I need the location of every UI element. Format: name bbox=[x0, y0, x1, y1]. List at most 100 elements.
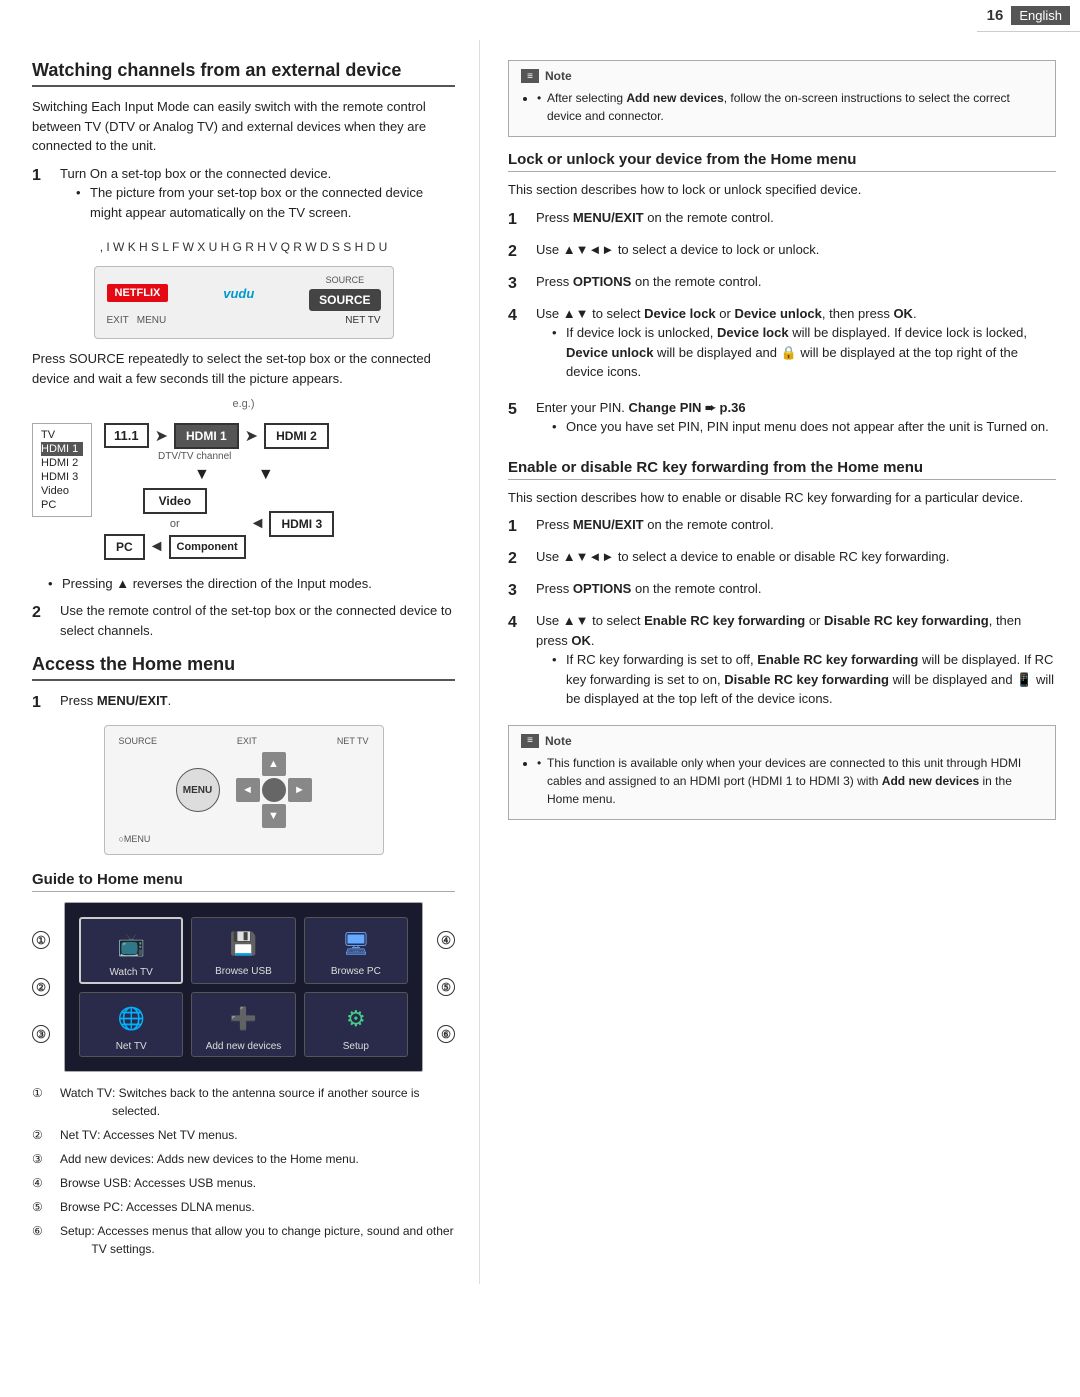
legend-desc-5: : Accesses DLNA menus. bbox=[120, 1198, 455, 1216]
step-1-num: 1 bbox=[32, 164, 54, 231]
watching-steps: 1 Turn On a set-top box or the connected… bbox=[32, 164, 455, 231]
note-item-2-1: This function is available only when you… bbox=[537, 754, 1043, 808]
rc-step-2-content: Use ▲▼◄► to select a device to enable or… bbox=[536, 547, 1056, 571]
legend-num-1: ① bbox=[32, 1084, 60, 1102]
down-arrows: ▼ ▼ bbox=[194, 466, 455, 484]
lock-step-3: 3 Press OPTIONS on the remote control. bbox=[508, 272, 1056, 296]
menu-item-net-tv[interactable]: 🌐 Net TV bbox=[79, 992, 183, 1057]
rc-step-2: 2 Use ▲▼◄► to select a device to enable … bbox=[508, 547, 1056, 571]
legend-1: ① Watch TV : Switches back to the antenn… bbox=[32, 1084, 455, 1120]
menu-item-add-devices[interactable]: ➕ Add new devices bbox=[191, 992, 295, 1057]
legend-num-3: ③ bbox=[32, 1150, 60, 1168]
setup-icon: ⚙ bbox=[335, 1001, 377, 1037]
lock-step-4: 4 Use ▲▼ to select Device lock or Device… bbox=[508, 304, 1056, 390]
rc-step-1-num: 1 bbox=[508, 515, 530, 539]
marker-5: ⑤ bbox=[437, 978, 455, 996]
note-icon-2: ≡ bbox=[521, 734, 539, 748]
step-2: 2 Use the remote control of the set-top … bbox=[32, 601, 455, 640]
access-step-1: 1 Press MENU/EXIT. bbox=[32, 691, 455, 715]
lock-step-5: 5 Enter your PIN. Change PIN ➨ p.36 Once… bbox=[508, 398, 1056, 445]
menu-item-watch-tv[interactable]: 📺 Watch TV bbox=[79, 917, 183, 984]
step-2-text: Use the remote control of the set-top bo… bbox=[60, 603, 452, 638]
hdmi3-box: HDMI 3 bbox=[269, 511, 334, 537]
legend-desc-2: : Accesses Net TV menus. bbox=[97, 1126, 455, 1144]
input-list: TV HDMI 1 HDMI 2 HDMI 3 Video PC bbox=[32, 423, 92, 517]
menu-label-bottom: ○MENU bbox=[119, 834, 369, 844]
marker-3: ③ bbox=[32, 1025, 50, 1043]
lock-step-4-bullets: If device lock is unlocked, Device lock … bbox=[536, 323, 1056, 382]
d-down: ▼ bbox=[262, 804, 286, 828]
rc-step-4-bullets: If RC key forwarding is set to off, Enab… bbox=[536, 650, 1056, 709]
access-step-1-content: Press MENU/EXIT. bbox=[60, 691, 455, 715]
lock-section-intro: This section describes how to lock or un… bbox=[508, 180, 1056, 200]
rc-section-intro: This section describes how to enable or … bbox=[508, 488, 1056, 508]
menu-circle-btn: MENU bbox=[176, 768, 220, 812]
menu-remote-top: SOURCE EXIT NET TV bbox=[119, 736, 369, 746]
legend-5: ⑤ Browse PC : Accesses DLNA menus. bbox=[32, 1198, 455, 1216]
d-right: ► bbox=[288, 778, 312, 802]
menu-remote-main: MENU ▲ ◄ ► ▼ bbox=[119, 752, 369, 828]
legend-num-5: ⑤ bbox=[32, 1198, 60, 1216]
dtv-label: DTV/TV channel bbox=[158, 451, 455, 462]
hdmi-bottom-row: Video or PC ◄ Component ◄ HDMI 3 bbox=[104, 488, 455, 560]
d-center bbox=[262, 778, 286, 802]
legend-3: ③ Add new devices : Adds new devices to … bbox=[32, 1150, 455, 1168]
nettv-small: NET TV bbox=[337, 736, 369, 746]
usb-icon: 💾 bbox=[222, 926, 264, 962]
or-text: or bbox=[170, 518, 180, 530]
rc-step-3-content: Press OPTIONS on the remote control. bbox=[536, 579, 1056, 603]
input-tv: TV bbox=[41, 428, 83, 442]
left-arrow: ◄ bbox=[149, 538, 165, 556]
menu-item-browse-usb[interactable]: 💾 Browse USB bbox=[191, 917, 295, 984]
legend-4: ④ Browse USB : Accesses USB menus. bbox=[32, 1174, 455, 1192]
lock-section-title: Lock or unlock your device from the Home… bbox=[508, 151, 1056, 172]
note-item-1-1: After selecting Add new devices, follow … bbox=[537, 89, 1043, 125]
menu-label-browse-pc: Browse PC bbox=[331, 966, 381, 977]
step-1-bullet-1: The picture from your set-top box or the… bbox=[76, 183, 455, 222]
rc-step-3: 3 Press OPTIONS on the remote control. bbox=[508, 579, 1056, 603]
menu-label-setup: Setup bbox=[343, 1041, 369, 1052]
watching-channels-intro: Switching Each Input Mode can easily swi… bbox=[32, 97, 455, 156]
legend-num-2: ② bbox=[32, 1126, 60, 1144]
d-pad: ▲ ◄ ► ▼ bbox=[236, 752, 312, 828]
legend-num-6: ⑥ bbox=[32, 1222, 60, 1240]
home-menu-grid: 📺 Watch TV 💾 Browse USB 🖥 Browse PC bbox=[79, 917, 408, 1057]
add-device-icon: ➕ bbox=[222, 1001, 264, 1037]
down-arrow2: ▼ bbox=[258, 466, 274, 484]
lock-step-1: 1 Press MENU/EXIT on the remote control. bbox=[508, 208, 1056, 232]
exit-small: EXIT bbox=[237, 736, 257, 746]
remote-mockup: NETFLIX vudu SOURCE SOURCE EXIT MENU NET… bbox=[94, 266, 394, 339]
marker-6: ⑥ bbox=[437, 1025, 455, 1043]
legend-name-4: Browse USB bbox=[60, 1174, 128, 1192]
lock-step-2-num: 2 bbox=[508, 240, 530, 264]
step2-list: 2 Use the remote control of the set-top … bbox=[32, 601, 455, 640]
menu-label-watch-tv: Watch TV bbox=[109, 967, 152, 978]
note-icon-1: ≡ bbox=[521, 69, 539, 83]
component-box: Component bbox=[169, 535, 246, 559]
legend-desc-4: : Accesses USB menus. bbox=[128, 1174, 455, 1192]
note-header-2: ≡ Note bbox=[521, 734, 1043, 748]
menu-item-setup[interactable]: ⚙ Setup bbox=[304, 992, 408, 1057]
step-1-text: Turn On a set-top box or the connected d… bbox=[60, 166, 331, 181]
lock-step-4-num: 4 bbox=[508, 304, 530, 390]
input-hdmi3: HDMI 3 bbox=[41, 470, 83, 484]
menu-item-browse-pc[interactable]: 🖥 Browse PC bbox=[304, 917, 408, 984]
rc-bullet-4-1: If RC key forwarding is set to off, Enab… bbox=[552, 650, 1056, 709]
menu-label: MENU bbox=[137, 315, 166, 326]
menu-remote-mockup: SOURCE EXIT NET TV MENU ▲ ◄ ► bbox=[32, 725, 455, 855]
arrow2: ➤ bbox=[245, 426, 258, 446]
language-badge: English bbox=[1011, 6, 1070, 25]
pc-icon: 🖥 bbox=[335, 926, 377, 962]
lock-step-5-content: Enter your PIN. Change PIN ➨ p.36 Once y… bbox=[536, 398, 1056, 445]
pc-component-row: PC ◄ Component bbox=[104, 534, 246, 560]
lock-bullet-5-1: Once you have set PIN, PIN input menu do… bbox=[552, 417, 1056, 437]
source-area: SOURCE SOURCE bbox=[309, 275, 380, 311]
marquee-text: , I W K H S L F W X U H G R H V Q R W D … bbox=[32, 238, 455, 256]
note-box-1: ≡ Note After selecting Add new devices, … bbox=[508, 60, 1056, 137]
remote-top-row: NETFLIX vudu SOURCE SOURCE bbox=[107, 275, 381, 311]
input-diagram: TV HDMI 1 HDMI 2 HDMI 3 Video PC 11.1 ➤ … bbox=[32, 423, 455, 560]
lock-bullet-4-1: If device lock is unlocked, Device lock … bbox=[552, 323, 1056, 382]
hdmi1-box: HDMI 1 bbox=[174, 423, 239, 449]
note-label-2: Note bbox=[545, 734, 572, 748]
left-column: Watching channels from an external devic… bbox=[0, 40, 480, 1284]
